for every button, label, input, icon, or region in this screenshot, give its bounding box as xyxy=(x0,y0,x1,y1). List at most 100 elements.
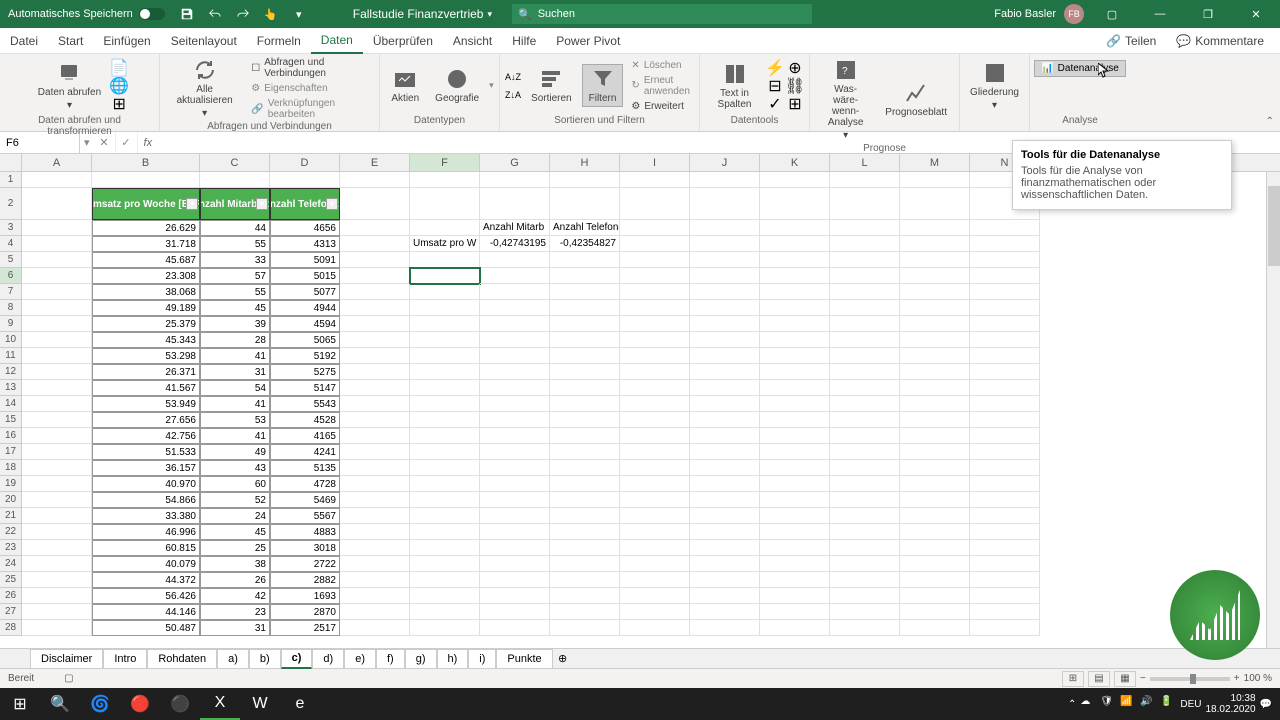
cell-data[interactable]: 43 xyxy=(200,460,270,476)
cell[interactable] xyxy=(480,508,550,524)
relationships-icon[interactable]: ⛓ xyxy=(787,78,803,94)
cell[interactable] xyxy=(900,396,970,412)
cell[interactable] xyxy=(550,348,620,364)
aktien-button[interactable]: Aktien xyxy=(385,65,425,106)
row-header-2[interactable]: 2 xyxy=(0,188,22,220)
cell[interactable] xyxy=(92,172,200,188)
user-name[interactable]: Fabio Basler xyxy=(994,8,1056,20)
cell[interactable] xyxy=(970,540,1040,556)
sheet-tab-b)[interactable]: b) xyxy=(249,649,281,669)
cell[interactable] xyxy=(970,524,1040,540)
cell[interactable] xyxy=(550,588,620,604)
row-header-16[interactable]: 16 xyxy=(0,428,22,444)
cell[interactable] xyxy=(340,604,410,620)
cell-data[interactable]: 31 xyxy=(200,620,270,636)
row-header-18[interactable]: 18 xyxy=(0,460,22,476)
row-header-26[interactable]: 26 xyxy=(0,588,22,604)
alle-aktualisieren-button[interactable]: Alle aktualisieren▾ xyxy=(166,56,243,121)
cell-data[interactable]: 33 xyxy=(200,252,270,268)
cell[interactable] xyxy=(410,604,480,620)
row-header-27[interactable]: 27 xyxy=(0,604,22,620)
cell-data[interactable]: 2722 xyxy=(270,556,340,572)
cell[interactable] xyxy=(970,572,1040,588)
cell[interactable] xyxy=(830,412,900,428)
share-button[interactable]: 🔗 Teilen xyxy=(1098,34,1164,48)
user-avatar[interactable]: FB xyxy=(1064,4,1084,24)
cell-data[interactable]: 51.533 xyxy=(92,444,200,460)
cell[interactable] xyxy=(900,380,970,396)
cell[interactable] xyxy=(760,364,830,380)
daten-abrufen-button[interactable]: Daten abrufen▾ xyxy=(32,59,107,113)
minimize-icon[interactable]: — xyxy=(1140,0,1180,28)
add-sheet-button[interactable]: ⊕ xyxy=(553,652,573,665)
clock[interactable]: 10:38 18.02.2020 xyxy=(1205,693,1255,715)
tray-up-icon[interactable]: ⌃ xyxy=(1068,699,1076,710)
cell-data[interactable]: 45.687 xyxy=(92,252,200,268)
row-header-10[interactable]: 10 xyxy=(0,332,22,348)
cell[interactable] xyxy=(970,460,1040,476)
cell[interactable] xyxy=(620,428,690,444)
select-all-corner[interactable] xyxy=(0,154,22,171)
cell[interactable] xyxy=(620,348,690,364)
sheet-tab-c)[interactable]: c) xyxy=(281,649,313,669)
cell[interactable] xyxy=(340,508,410,524)
cell[interactable] xyxy=(550,412,620,428)
cell[interactable] xyxy=(410,220,480,236)
cell[interactable] xyxy=(480,348,550,364)
cell[interactable] xyxy=(690,540,760,556)
cell[interactable] xyxy=(900,604,970,620)
col-header-A[interactable]: A xyxy=(22,154,92,171)
table-header[interactable]: Anzahl Telefonate▾ xyxy=(270,188,340,220)
cell[interactable] xyxy=(480,524,550,540)
cell[interactable] xyxy=(550,604,620,620)
cell[interactable] xyxy=(410,284,480,300)
cell-data[interactable]: 23 xyxy=(200,604,270,620)
cell[interactable] xyxy=(480,364,550,380)
cell-data[interactable]: 44.372 xyxy=(92,572,200,588)
cell-data[interactable]: 4656 xyxy=(270,220,340,236)
zoom-in-icon[interactable]: + xyxy=(1234,673,1240,684)
cell[interactable] xyxy=(620,284,690,300)
cell-data[interactable]: 33.380 xyxy=(92,508,200,524)
zoom-out-icon[interactable]: − xyxy=(1140,673,1146,684)
cell[interactable] xyxy=(760,604,830,620)
close-icon[interactable]: ✕ xyxy=(1236,0,1276,28)
cell[interactable] xyxy=(410,444,480,460)
cell-data[interactable]: 5469 xyxy=(270,492,340,508)
cell[interactable] xyxy=(22,556,92,572)
sheet-tab-g)[interactable]: g) xyxy=(405,649,437,669)
cell-data[interactable]: 26 xyxy=(200,572,270,588)
cell[interactable] xyxy=(22,364,92,380)
cell[interactable] xyxy=(690,428,760,444)
cell[interactable] xyxy=(550,540,620,556)
cell[interactable] xyxy=(22,380,92,396)
cell[interactable] xyxy=(620,252,690,268)
cell[interactable] xyxy=(480,444,550,460)
cell[interactable] xyxy=(410,364,480,380)
from-web-icon[interactable]: 🌐 xyxy=(111,78,127,94)
from-text-icon[interactable]: 📄 xyxy=(111,60,127,76)
cell[interactable] xyxy=(340,620,410,636)
cell[interactable] xyxy=(690,188,760,220)
cell-data[interactable]: 41 xyxy=(200,396,270,412)
cell[interactable] xyxy=(620,364,690,380)
cell[interactable] xyxy=(22,236,92,252)
cell[interactable] xyxy=(830,508,900,524)
cell[interactable] xyxy=(620,540,690,556)
cell-data[interactable]: 4883 xyxy=(270,524,340,540)
sort-asc-icon[interactable]: A↓Z xyxy=(505,69,521,85)
cell[interactable] xyxy=(22,300,92,316)
cell[interactable] xyxy=(22,492,92,508)
cell[interactable] xyxy=(760,316,830,332)
cell-data[interactable]: 54 xyxy=(200,380,270,396)
cell[interactable] xyxy=(970,268,1040,284)
cell[interactable] xyxy=(830,236,900,252)
row-header-3[interactable]: 3 xyxy=(0,220,22,236)
menu-seitenlayout[interactable]: Seitenlayout xyxy=(161,28,247,54)
cell[interactable] xyxy=(620,556,690,572)
cell-data[interactable]: 5567 xyxy=(270,508,340,524)
cell[interactable] xyxy=(550,620,620,636)
cell[interactable] xyxy=(970,252,1040,268)
cell[interactable] xyxy=(410,188,480,220)
grid[interactable]: ABCDEFGHIJKLMN 12Umsatz pro Woche [EUR]▾… xyxy=(0,154,1280,648)
